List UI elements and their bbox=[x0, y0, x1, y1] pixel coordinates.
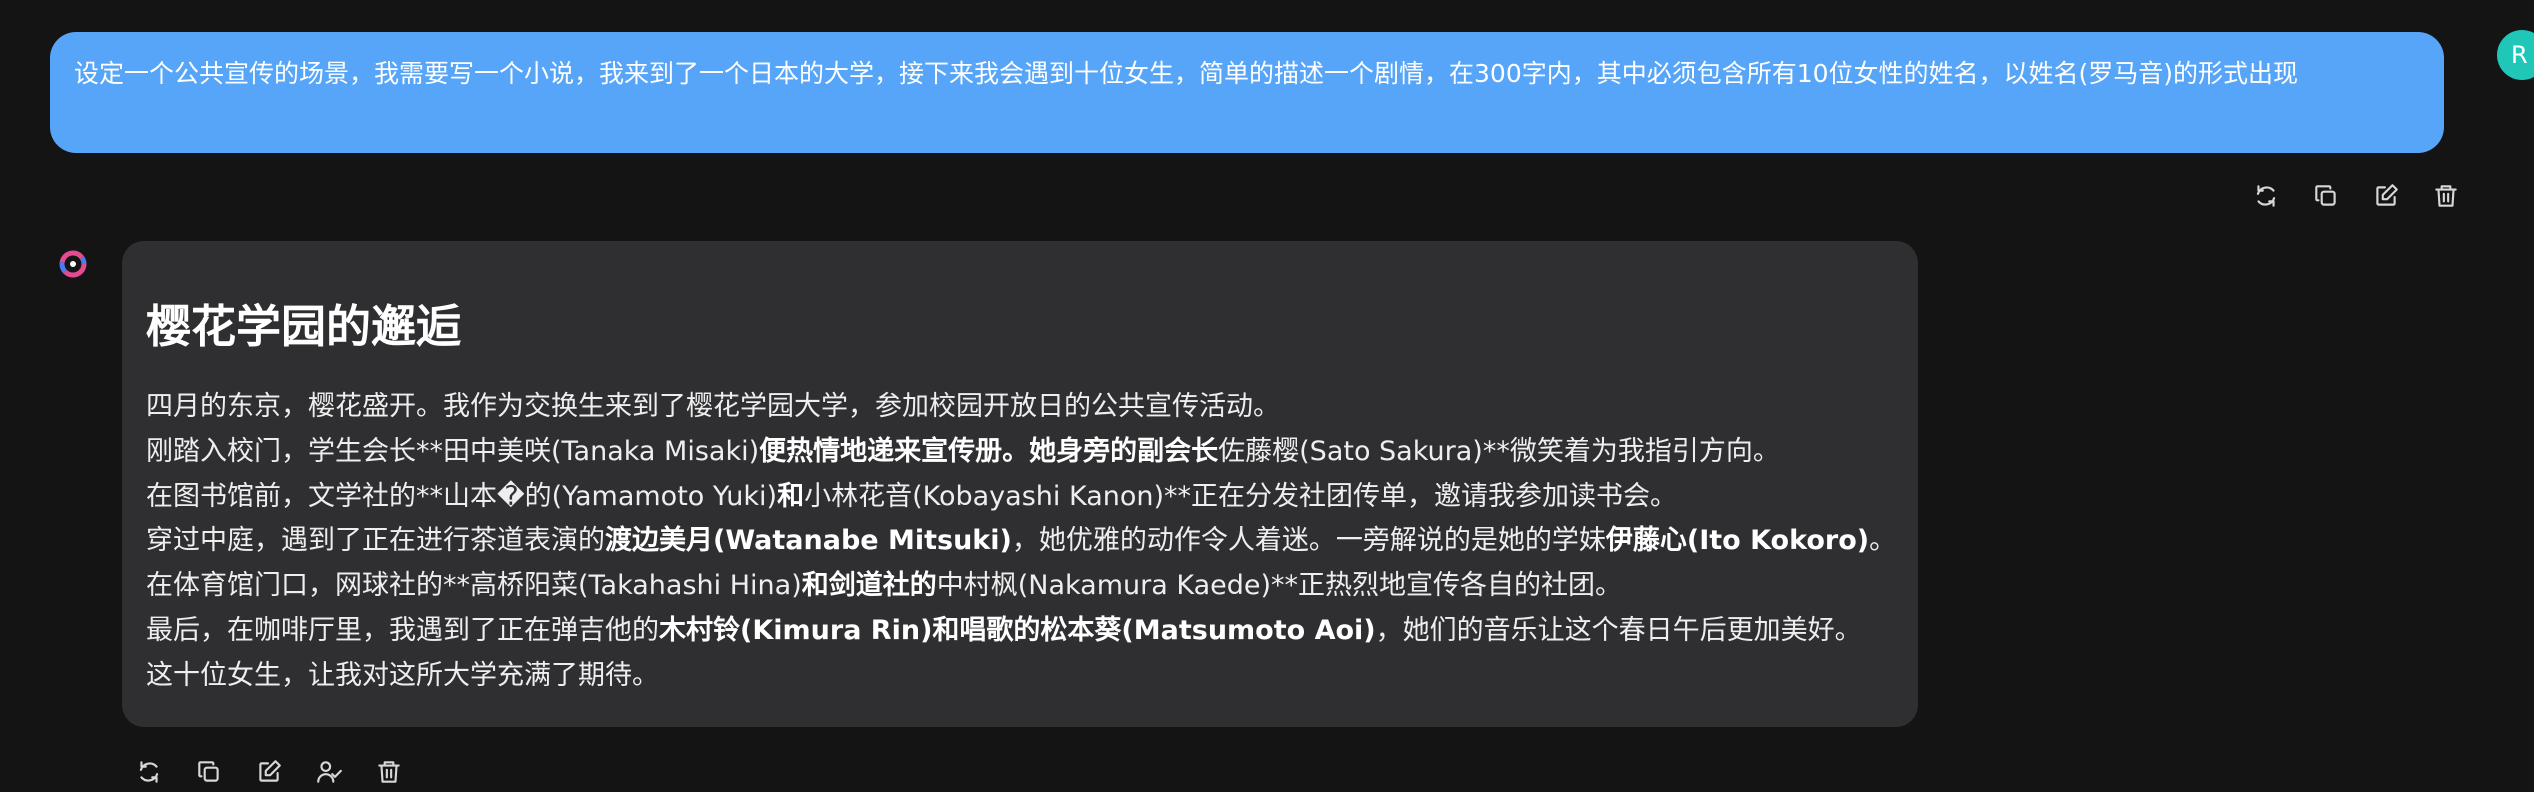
bold-text-segment: 伊藤心(Ito Kokoro) bbox=[1605, 525, 1870, 557]
bold-text-segment: 和剑道社的 bbox=[801, 570, 937, 602]
text-segment: 这十位女生，让我对这所大学充满了期待。 bbox=[146, 659, 659, 691]
text-segment: ，她们的音乐让这个春日午后更加美好。 bbox=[1375, 614, 1862, 646]
user-check-icon bbox=[317, 761, 342, 783]
text-segment: 在体育馆门口，网球社的**高桥阳菜(Takahashi Hina) bbox=[146, 570, 802, 602]
refresh-icon bbox=[2256, 185, 2276, 207]
answer-paragraph: 在体育馆门口，网球社的**高桥阳菜(Takahashi Hina)和剑道社的中村… bbox=[146, 564, 1894, 609]
bold-text-segment: 和 bbox=[777, 480, 805, 512]
text-segment: 穿过中庭，遇到了正在进行茶道表演的 bbox=[146, 525, 605, 557]
user-avatar-letter: R bbox=[2511, 41, 2528, 69]
edit-icon bbox=[2376, 184, 2398, 206]
user-message-actions bbox=[2248, 178, 2488, 214]
copy-icon bbox=[2315, 185, 2336, 206]
assistant-message-regenerate-button[interactable] bbox=[131, 754, 167, 790]
answer-paragraph: 这十位女生，让我对这所大学充满了期待。 bbox=[146, 654, 1894, 699]
user-message-copy-button[interactable] bbox=[2308, 178, 2344, 214]
assistant-message-edit-button[interactable] bbox=[251, 754, 287, 790]
assistant-message-actions bbox=[131, 754, 431, 790]
refresh-icon bbox=[139, 761, 159, 783]
user-avatar[interactable]: R bbox=[2497, 30, 2534, 80]
trash-icon bbox=[2435, 185, 2457, 207]
assistant-avatar-icon bbox=[59, 250, 87, 278]
user-message-bubble: 设定一个公共宣传的场景，我需要写一个小说，我来到了一个日本的大学，接下来我会遇到… bbox=[50, 32, 2444, 153]
text-segment: 在图书馆前，文学社的**山本�的(Yamamoto Yuki) bbox=[146, 480, 778, 512]
answer-paragraph: 最后，在咖啡厅里，我遇到了正在弹吉他的木村铃(Kimura Rin)和唱歌的松本… bbox=[146, 609, 1894, 654]
bold-text-segment: 便热情地递来宣传册。她身旁的副会长 bbox=[759, 435, 1219, 467]
answer-paragraph: 四月的东京，樱花盛开。我作为交换生来到了樱花学园大学，参加校园开放日的公共宣传活… bbox=[146, 385, 1894, 430]
answer-title: 樱花学园的邂逅 bbox=[146, 300, 462, 353]
answer-body: 四月的东京，樱花盛开。我作为交换生来到了樱花学园大学，参加校园开放日的公共宣传活… bbox=[146, 385, 1897, 699]
text-segment: 。 bbox=[1869, 525, 1897, 557]
edit-icon bbox=[259, 760, 281, 782]
text-segment: 中村枫(Nakamura Kaede)**正热烈地宣传各自的社团。 bbox=[936, 570, 1623, 602]
text-segment: 刚踏入校门，学生会长**田中美咲(Tanaka Misaki) bbox=[146, 435, 760, 467]
assistant-message-delete-button[interactable] bbox=[371, 754, 407, 790]
text-segment: 小林花音(Kobayashi Kanon)**正在分发社团传单，邀请我参加读书会… bbox=[804, 480, 1678, 512]
user-message-text: 设定一个公共宣传的场景，我需要写一个小说，我来到了一个日本的大学，接下来我会遇到… bbox=[74, 59, 2299, 88]
text-segment: 四月的东京，樱花盛开。我作为交换生来到了樱花学园大学，参加校园开放日的公共宣传活… bbox=[146, 391, 1280, 422]
copy-icon bbox=[198, 761, 219, 782]
previous-message-edge bbox=[0, 0, 2534, 12]
user-message-edit-button[interactable] bbox=[2368, 178, 2404, 214]
answer-paragraph: 刚踏入校门，学生会长**田中美咲(Tanaka Misaki)便热情地递来宣传册… bbox=[146, 430, 1894, 475]
assistant-message-select-persona-button[interactable] bbox=[311, 754, 347, 790]
assistant-message-card: 樱花学园的邂逅 四月的东京，樱花盛开。我作为交换生来到了樱花学园大学，参加校园开… bbox=[122, 241, 1918, 727]
bold-text-segment: 渡边美月(Watanabe Mitsuki) bbox=[605, 525, 1012, 557]
user-message-regenerate-button[interactable] bbox=[2248, 178, 2284, 214]
bold-text-segment: 木村铃(Kimura Rin)和唱歌的松本葵(Matsumoto Aoi) bbox=[659, 614, 1376, 646]
assistant-message-copy-button[interactable] bbox=[191, 754, 227, 790]
text-segment: 最后，在咖啡厅里，我遇到了正在弹吉他的 bbox=[146, 614, 659, 646]
text-segment: ，她优雅的动作令人着迷。一旁解说的是她的学妹 bbox=[1011, 525, 1606, 557]
trash-icon bbox=[378, 761, 400, 783]
answer-paragraph: 穿过中庭，遇到了正在进行茶道表演的渡边美月(Watanabe Mitsuki)，… bbox=[146, 519, 1897, 564]
answer-paragraph: 在图书馆前，文学社的**山本�的(Yamamoto Yuki)和小林花音(Kob… bbox=[146, 475, 1894, 520]
user-message-delete-button[interactable] bbox=[2428, 178, 2464, 214]
text-segment: 佐藤樱(Sato Sakura)**微笑着为我指引方向。 bbox=[1218, 435, 1780, 467]
